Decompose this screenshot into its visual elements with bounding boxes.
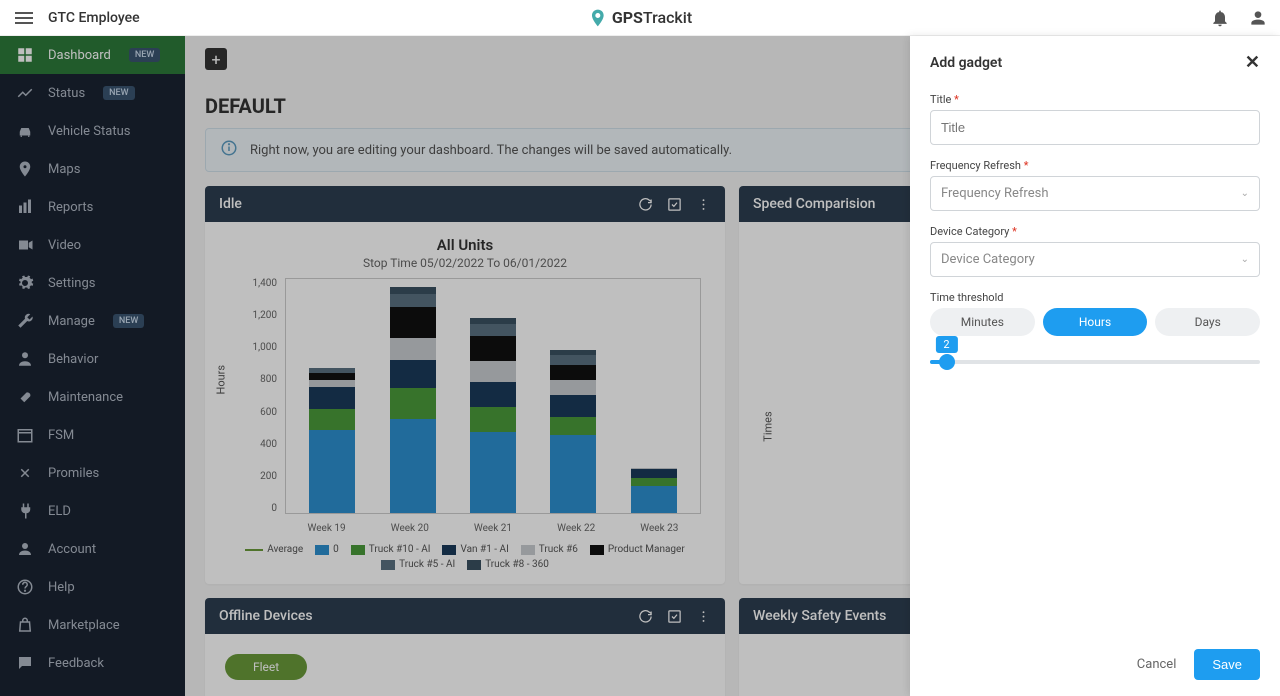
threshold-slider[interactable] [930, 360, 1260, 364]
report-icon [16, 198, 34, 216]
offline-card: Offline Devices Fleet [205, 598, 725, 696]
refresh-icon[interactable] [638, 609, 653, 624]
cancel-button[interactable]: Cancel [1137, 657, 1177, 672]
more-icon[interactable] [696, 197, 711, 212]
bag-icon [16, 616, 34, 634]
x-axis: Week 19Week 20Week 21Week 22Week 23 [285, 523, 701, 534]
panel-title: Add gadget [930, 55, 1002, 71]
sidebar-item-video[interactable]: Video [0, 226, 185, 264]
hours-segment[interactable]: Hours [1043, 308, 1148, 336]
add-gadget-panel: Add gadget ✕ Title * Frequency Refresh *… [910, 36, 1280, 696]
notifications-icon[interactable] [1210, 8, 1230, 28]
sidebar-item-eld[interactable]: ELD [0, 492, 185, 530]
sidebar-item-dashboard[interactable]: DashboardNEW [0, 36, 185, 74]
dashboard-icon [16, 46, 34, 64]
chart-plot [285, 278, 701, 514]
sidebar-item-reports[interactable]: Reports [0, 188, 185, 226]
save-button[interactable]: Save [1194, 649, 1260, 680]
sidebar-item-promiles[interactable]: Promiles [0, 454, 185, 492]
app-header: GTC Employee GPSTrackit [0, 0, 1280, 36]
slider-thumb[interactable] [939, 354, 955, 370]
sidebar-item-manage[interactable]: ManageNEW [0, 302, 185, 340]
sidebar-item-maintenance[interactable]: Maintenance [0, 378, 185, 416]
menu-button[interactable] [12, 6, 36, 30]
refresh-icon[interactable] [638, 197, 653, 212]
help-icon [16, 578, 34, 596]
sidebar-item-feedback[interactable]: Feedback [0, 644, 185, 682]
threshold-label: Time threshold [930, 291, 1260, 304]
close-icon[interactable]: ✕ [1245, 52, 1260, 73]
pin-icon [16, 160, 34, 178]
y-axis: 1,4001,2001,0008006004002000 [251, 278, 281, 514]
card-title: Speed Comparision [753, 196, 875, 212]
profile-icon[interactable] [1248, 8, 1268, 28]
days-segment[interactable]: Days [1155, 308, 1260, 336]
sidebar-item-account[interactable]: Account [0, 530, 185, 568]
title-label: Title * [930, 93, 1260, 106]
tool-icon [16, 388, 34, 406]
gear-icon [16, 274, 34, 292]
sidebar-item-behavior[interactable]: Behavior [0, 340, 185, 378]
brand-logo: GPSTrackit [588, 8, 692, 28]
minutes-segment[interactable]: Minutes [930, 308, 1035, 336]
plug-icon [16, 502, 34, 520]
more-icon[interactable] [696, 609, 711, 624]
chat-icon [16, 654, 34, 672]
sidebar-item-fsm[interactable]: FSM [0, 416, 185, 454]
video-icon [16, 236, 34, 254]
arrows-icon [16, 464, 34, 482]
car-icon [16, 122, 34, 140]
status-icon [16, 84, 34, 102]
employee-name: GTC Employee [48, 10, 140, 26]
frequency-label: Frequency Refresh * [930, 159, 1260, 172]
title-input[interactable] [930, 110, 1260, 145]
chevron-down-icon: ⌄ [1241, 254, 1249, 265]
sidebar-item-vehicle-status[interactable]: Vehicle Status [0, 112, 185, 150]
info-icon [220, 139, 238, 161]
fleet-chip[interactable]: Fleet [225, 654, 307, 680]
chart-title: All Units [219, 236, 711, 254]
chart-subtitle: Stop Time 05/02/2022 To 06/01/2022 [219, 256, 711, 270]
card-title: Idle [219, 196, 242, 212]
user-icon [16, 540, 34, 558]
time-unit-segments: Minutes Hours Days [930, 308, 1260, 336]
sidebar-item-maps[interactable]: Maps [0, 150, 185, 188]
add-gadget-button[interactable]: + [205, 48, 227, 70]
sidebar-item-settings[interactable]: Settings [0, 264, 185, 302]
device-label: Device Category * [930, 225, 1260, 238]
chevron-down-icon: ⌄ [1241, 188, 1249, 199]
chart-legend: Average0Truck #10 - AIVan #1 - AITruck #… [219, 544, 711, 570]
calendar-icon [16, 426, 34, 444]
card-title: Offline Devices [219, 608, 313, 624]
sidebar-item-marketplace[interactable]: Marketplace [0, 606, 185, 644]
sidebar-item-help[interactable]: Help [0, 568, 185, 606]
sidebar-item-status[interactable]: StatusNEW [0, 74, 185, 112]
sidebar: DashboardNEWStatusNEWVehicle StatusMapsR… [0, 36, 185, 696]
expand-icon[interactable] [667, 609, 682, 624]
wrench-icon [16, 312, 34, 330]
idle-card: Idle All Units Stop Time 05/02/2022 To 0… [205, 186, 725, 584]
person-icon [16, 350, 34, 368]
device-select[interactable]: Device Category ⌄ [930, 242, 1260, 277]
expand-icon[interactable] [667, 197, 682, 212]
slider-value: 2 [935, 336, 957, 353]
card-title: Weekly Safety Events [753, 608, 886, 624]
frequency-select[interactable]: Frequency Refresh ⌄ [930, 176, 1260, 211]
